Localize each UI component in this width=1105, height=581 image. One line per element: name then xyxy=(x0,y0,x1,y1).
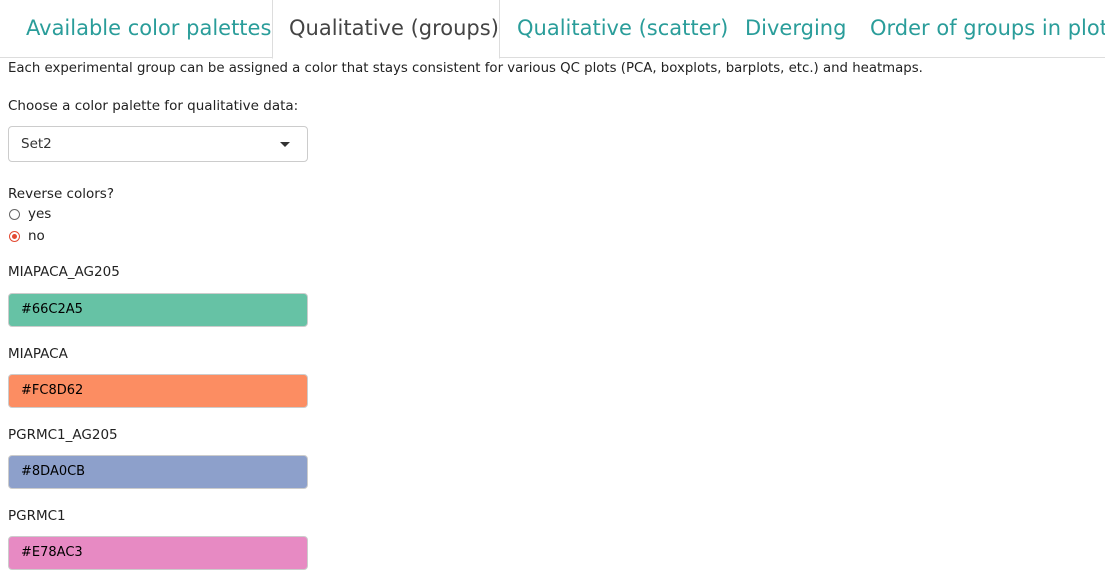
radio-no-label: no xyxy=(28,228,45,244)
group-label-miapaca-ag205: MIAPACA_AG205 xyxy=(8,264,120,280)
color-value: #8DA0CB xyxy=(21,464,86,479)
group-label-pgrmc1-ag205: PGRMC1_AG205 xyxy=(8,427,118,443)
tab-available-color-palettes[interactable]: Available color palettes xyxy=(26,0,271,58)
tab-diverging[interactable]: Diverging xyxy=(745,0,846,58)
group-label-miapaca: MIAPACA xyxy=(8,346,68,362)
radio-yes-label: yes xyxy=(28,206,52,222)
color-input-miapaca[interactable]: #FC8D62 xyxy=(8,374,308,408)
color-input-miapaca-ag205[interactable]: #66C2A5 xyxy=(8,293,308,327)
color-value: #E78AC3 xyxy=(21,545,83,560)
tab-order-of-groups[interactable]: Order of groups in plots xyxy=(870,0,1105,58)
color-value: #FC8D62 xyxy=(21,383,84,398)
radio-yes[interactable] xyxy=(9,209,20,220)
palette-select[interactable]: Set2 xyxy=(8,126,308,162)
chevron-down-icon xyxy=(280,142,290,147)
color-value: #66C2A5 xyxy=(21,302,83,317)
reverse-colors-label: Reverse colors? xyxy=(8,186,114,202)
tab-qualitative-groups[interactable]: Qualitative (groups) xyxy=(272,0,500,59)
palette-select-value: Set2 xyxy=(21,136,52,152)
color-input-pgrmc1-ag205[interactable]: #8DA0CB xyxy=(8,455,308,489)
tab-qualitative-scatter[interactable]: Qualitative (scatter) xyxy=(517,0,728,58)
group-label-pgrmc1: PGRMC1 xyxy=(8,508,66,524)
tab-bar: Available color palettes Qualitative (gr… xyxy=(0,0,1105,59)
color-input-pgrmc1[interactable]: #E78AC3 xyxy=(8,536,308,570)
description-text: Each experimental group can be assigned … xyxy=(8,61,923,76)
radio-no[interactable] xyxy=(9,231,20,242)
palette-label: Choose a color palette for qualitative d… xyxy=(8,98,299,114)
